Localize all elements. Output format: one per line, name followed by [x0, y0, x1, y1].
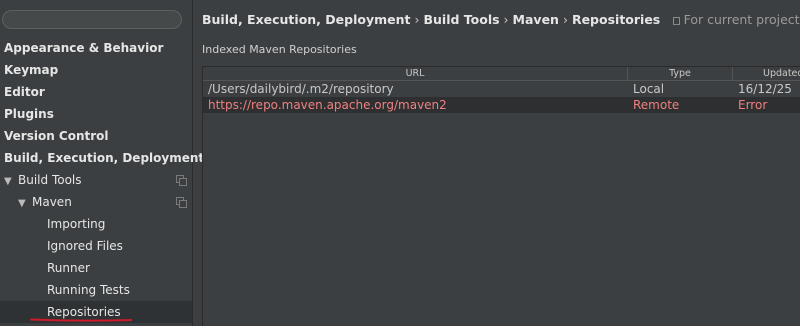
- sidebar-item-label: Plugins: [4, 107, 54, 121]
- sidebar-item-label: Running Tests: [47, 283, 130, 297]
- settings-window: Appearance & Behavior Keymap Editor Plug…: [0, 0, 800, 326]
- annotation-underline: [30, 318, 132, 322]
- sidebar-item-label: Build, Execution, Deployment: [4, 151, 205, 165]
- repositories-table: URL Type Updated /Users/dailybird/.m2/re…: [202, 66, 800, 326]
- sidebar-item-label: Runner: [47, 261, 90, 275]
- sidebar-item-label: Maven: [32, 195, 72, 209]
- breadcrumb-item: Repositories: [571, 12, 661, 27]
- cell-updated: 16/12/25: [738, 82, 792, 96]
- sidebar-item-running-tests[interactable]: Running Tests: [0, 279, 192, 301]
- sidebar-item-label: Importing: [47, 217, 106, 231]
- table-row[interactable]: https://repo.maven.apache.org/maven2 Rem…: [203, 97, 800, 113]
- table-row[interactable]: /Users/dailybird/.m2/repository Local 16…: [203, 81, 800, 97]
- sidebar-item-label: Editor: [4, 85, 45, 99]
- sidebar-item-importing[interactable]: Importing: [0, 213, 192, 235]
- sidebar-item-label: Appearance & Behavior: [4, 41, 164, 55]
- section-title: Indexed Maven Repositories: [202, 43, 357, 56]
- sidebar-item-appearance-behavior[interactable]: Appearance & Behavior: [0, 37, 192, 59]
- sidebar-item-editor[interactable]: Editor: [0, 81, 192, 103]
- sidebar-item-label: Version Control: [4, 129, 109, 143]
- sidebar-item-label: Keymap: [4, 63, 59, 77]
- breadcrumb-separator: ›: [503, 12, 509, 27]
- cell-url: https://repo.maven.apache.org/maven2: [208, 98, 447, 112]
- project-scope-icon: [176, 197, 187, 208]
- settings-search-input[interactable]: [2, 10, 182, 29]
- sidebar-item-maven[interactable]: ▼ Maven: [0, 191, 192, 213]
- sidebar-item-label: Build Tools: [18, 173, 82, 187]
- cell-type: Local: [633, 82, 665, 96]
- sidebar-item-ignored-files[interactable]: Ignored Files: [0, 235, 192, 257]
- project-scope-icon: [176, 175, 187, 186]
- project-scope-note: For current project: [672, 12, 800, 27]
- breadcrumb-item: Maven: [512, 12, 559, 27]
- expand-arrow-icon[interactable]: ▼: [18, 193, 32, 215]
- settings-sidebar: Appearance & Behavior Keymap Editor Plug…: [0, 0, 204, 326]
- sidebar-item-build-execution-deployment[interactable]: Build, Execution, Deployment: [0, 147, 204, 169]
- project-scope-icon: [672, 17, 680, 25]
- sidebar-item-plugins[interactable]: Plugins: [0, 103, 192, 125]
- table-header: URL Type Updated: [203, 67, 800, 81]
- sidebar-item-build-tools[interactable]: ▼ Build Tools: [0, 169, 192, 191]
- sidebar-item-label: Ignored Files: [47, 239, 123, 253]
- column-header-updated[interactable]: Updated: [733, 67, 800, 80]
- expand-arrow-icon[interactable]: ▼: [4, 171, 18, 193]
- cell-type: Remote: [633, 98, 680, 112]
- column-header-type[interactable]: Type: [628, 67, 733, 80]
- sidebar-item-runner[interactable]: Runner: [0, 257, 192, 279]
- table-empty-area: [203, 113, 800, 326]
- breadcrumb: Build, Execution, Deployment › Build Tools…: [202, 12, 800, 30]
- breadcrumb-separator: ›: [562, 12, 568, 27]
- sidebar-item-version-control[interactable]: Version Control: [0, 125, 192, 147]
- sidebar-item-label: Repositories: [47, 305, 121, 319]
- breadcrumb-separator: ›: [414, 12, 420, 27]
- cell-updated: Error: [738, 98, 768, 112]
- cell-url: /Users/dailybird/.m2/repository: [208, 82, 394, 96]
- column-header-url[interactable]: URL: [203, 67, 628, 80]
- settings-main-panel: Build, Execution, Deployment › Build Tools…: [193, 0, 800, 326]
- breadcrumb-item: Build, Execution, Deployment: [202, 12, 411, 27]
- project-scope-label: For current project: [683, 12, 800, 27]
- breadcrumb-item: Build Tools: [423, 12, 500, 27]
- sidebar-item-keymap[interactable]: Keymap: [0, 59, 192, 81]
